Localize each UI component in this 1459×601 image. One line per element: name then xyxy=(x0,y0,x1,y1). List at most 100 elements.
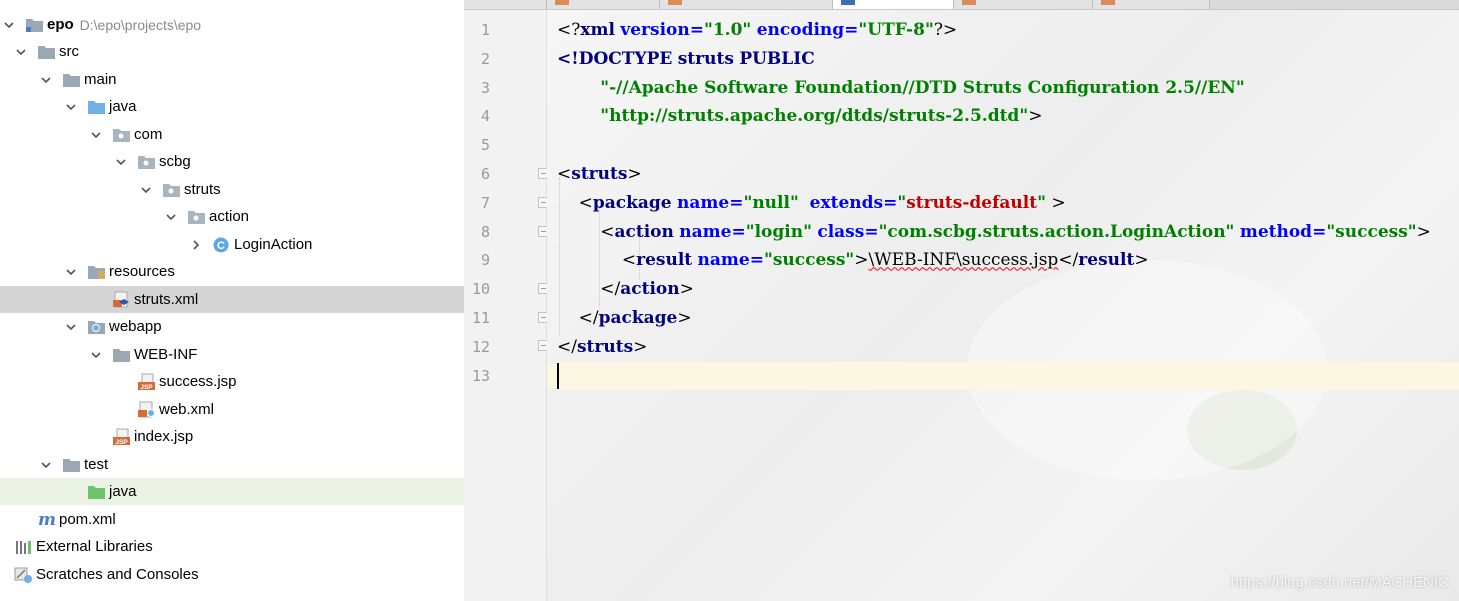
code-token: xml xyxy=(580,20,615,40)
chevron-down-icon[interactable] xyxy=(90,349,102,361)
tree-item-label: web.xml xyxy=(159,401,215,418)
test-source-folder-icon xyxy=(87,483,107,501)
tree-item-label: External Libraries xyxy=(36,538,153,555)
code-token: > xyxy=(854,250,869,271)
code-token: PUBLIC xyxy=(739,48,815,69)
chevron-down-icon[interactable] xyxy=(165,211,177,223)
tree-row-action[interactable]: action xyxy=(0,203,464,230)
editor-tab-active[interactable] xyxy=(833,0,954,9)
code-token: < xyxy=(621,250,637,271)
tree-row-test[interactable]: test xyxy=(0,451,464,478)
code-token: < xyxy=(557,164,572,184)
code-token: name xyxy=(697,250,750,271)
tree-row-loginaction[interactable]: C LoginAction xyxy=(0,231,464,258)
code-line-9: <result name="success">\WEB-INF\success.… xyxy=(557,246,1149,275)
tree-item-label: resources xyxy=(109,263,175,280)
editor-tab[interactable] xyxy=(954,0,1093,9)
module-folder-icon xyxy=(25,16,45,34)
code-text-area[interactable]: <?xml version="1.0" encoding="UTF-8"?> <… xyxy=(547,10,1459,601)
package-icon xyxy=(187,208,207,226)
code-token: > xyxy=(627,164,642,184)
tree-item-label: src xyxy=(59,43,79,60)
code-token: result xyxy=(1078,250,1135,271)
line-number: 9 xyxy=(480,251,490,270)
chevron-down-icon[interactable] xyxy=(65,101,77,113)
tree-item-label: Scratches and Consoles xyxy=(36,566,199,583)
code-token: encoding xyxy=(756,20,845,40)
code-token: "null" xyxy=(743,192,799,213)
editor-tab[interactable] xyxy=(1093,0,1210,9)
tree-row-main[interactable]: main xyxy=(0,66,464,93)
chevron-down-icon[interactable] xyxy=(90,129,102,141)
code-token: action xyxy=(614,221,674,242)
chevron-down-icon[interactable] xyxy=(65,321,77,333)
code-token: "http://struts.apache.org/dtds/struts-2.… xyxy=(600,106,1029,127)
tree-row-web-inf[interactable]: WEB-INF xyxy=(0,341,464,368)
project-root-path: D:\epo\projects\epo xyxy=(79,16,202,33)
tree-row-external-libraries[interactable]: External Libraries xyxy=(0,533,464,560)
tree-row-struts[interactable]: struts xyxy=(0,176,464,203)
line-number: 4 xyxy=(480,107,490,126)
tree-item-label: webapp xyxy=(109,318,162,335)
editor-tab[interactable] xyxy=(547,0,660,9)
tree-item-label: action xyxy=(209,208,250,225)
svg-text:C: C xyxy=(217,240,225,252)
code-editor[interactable]: 1 2 3 4 5 6 7 8 9 10 11 12 13 <?xml vers… xyxy=(464,0,1459,601)
tree-row-src[interactable]: src xyxy=(0,38,464,65)
code-token: = xyxy=(844,20,859,40)
text-cursor xyxy=(557,363,559,389)
tree-row-epo[interactable]: epo D:\epo\projects\epo xyxy=(0,11,464,38)
line-number: 5 xyxy=(480,136,490,155)
editor-tab[interactable] xyxy=(464,0,547,9)
library-icon xyxy=(14,538,34,556)
code-token: package xyxy=(592,192,672,213)
line-number: 7 xyxy=(480,193,490,212)
chevron-down-icon[interactable] xyxy=(40,459,52,471)
chevron-down-icon[interactable] xyxy=(3,19,15,31)
code-line-8: <action name="login" class="com.scbg.str… xyxy=(557,218,1431,247)
editor-tab[interactable] xyxy=(660,0,833,9)
tree-row-index-jsp[interactable]: JSP index.jsp xyxy=(0,423,464,450)
tree-item-label: test xyxy=(84,456,109,473)
tree-row-java-test[interactable]: java xyxy=(0,478,464,505)
code-token: name xyxy=(679,221,732,242)
tree-row-struts-xml[interactable]: struts.xml xyxy=(0,286,464,313)
code-token: ?> xyxy=(933,20,958,40)
code-token: action xyxy=(620,279,680,300)
current-line-highlight xyxy=(547,361,1459,391)
chevron-down-icon[interactable] xyxy=(40,74,52,86)
tree-item-label: java xyxy=(109,98,137,115)
folder-icon xyxy=(112,346,132,364)
code-token: struts xyxy=(571,164,628,184)
tree-row-web-xml[interactable]: web.xml xyxy=(0,396,464,423)
code-token: " xyxy=(897,192,907,213)
code-token: > xyxy=(1134,250,1149,271)
chevron-right-icon[interactable] xyxy=(190,239,202,251)
code-token: "success" xyxy=(763,250,855,271)
code-token: struts xyxy=(677,48,734,69)
jsp-file-icon: JSP xyxy=(112,428,132,446)
tree-row-java-source[interactable]: java xyxy=(0,93,464,120)
tree-row-scbg[interactable]: scbg xyxy=(0,148,464,175)
web-folder-icon xyxy=(87,318,107,336)
tree-row-scratches[interactable]: Scratches and Consoles xyxy=(0,561,464,588)
chevron-down-icon[interactable] xyxy=(15,46,27,58)
tree-row-success-jsp[interactable]: JSP success.jsp xyxy=(0,368,464,395)
code-token: " xyxy=(1037,192,1046,213)
tree-item-label: main xyxy=(84,71,117,88)
code-token: = xyxy=(731,221,746,242)
code-line-12: </struts> xyxy=(557,333,647,362)
chevron-down-icon[interactable] xyxy=(140,184,152,196)
code-token: < xyxy=(600,221,615,242)
package-icon xyxy=(137,153,157,171)
line-number: 12 xyxy=(471,337,490,356)
line-number: 3 xyxy=(480,78,490,97)
chevron-down-icon[interactable] xyxy=(65,266,77,278)
code-token: package xyxy=(598,308,678,328)
tree-row-com[interactable]: com xyxy=(0,121,464,148)
tree-row-webapp[interactable]: webapp xyxy=(0,313,464,340)
tree-row-resources[interactable]: resources xyxy=(0,258,464,285)
chevron-down-icon[interactable] xyxy=(115,156,127,168)
tree-row-pom-xml[interactable]: m pom.xml xyxy=(0,506,464,533)
code-token: > xyxy=(1028,106,1043,127)
